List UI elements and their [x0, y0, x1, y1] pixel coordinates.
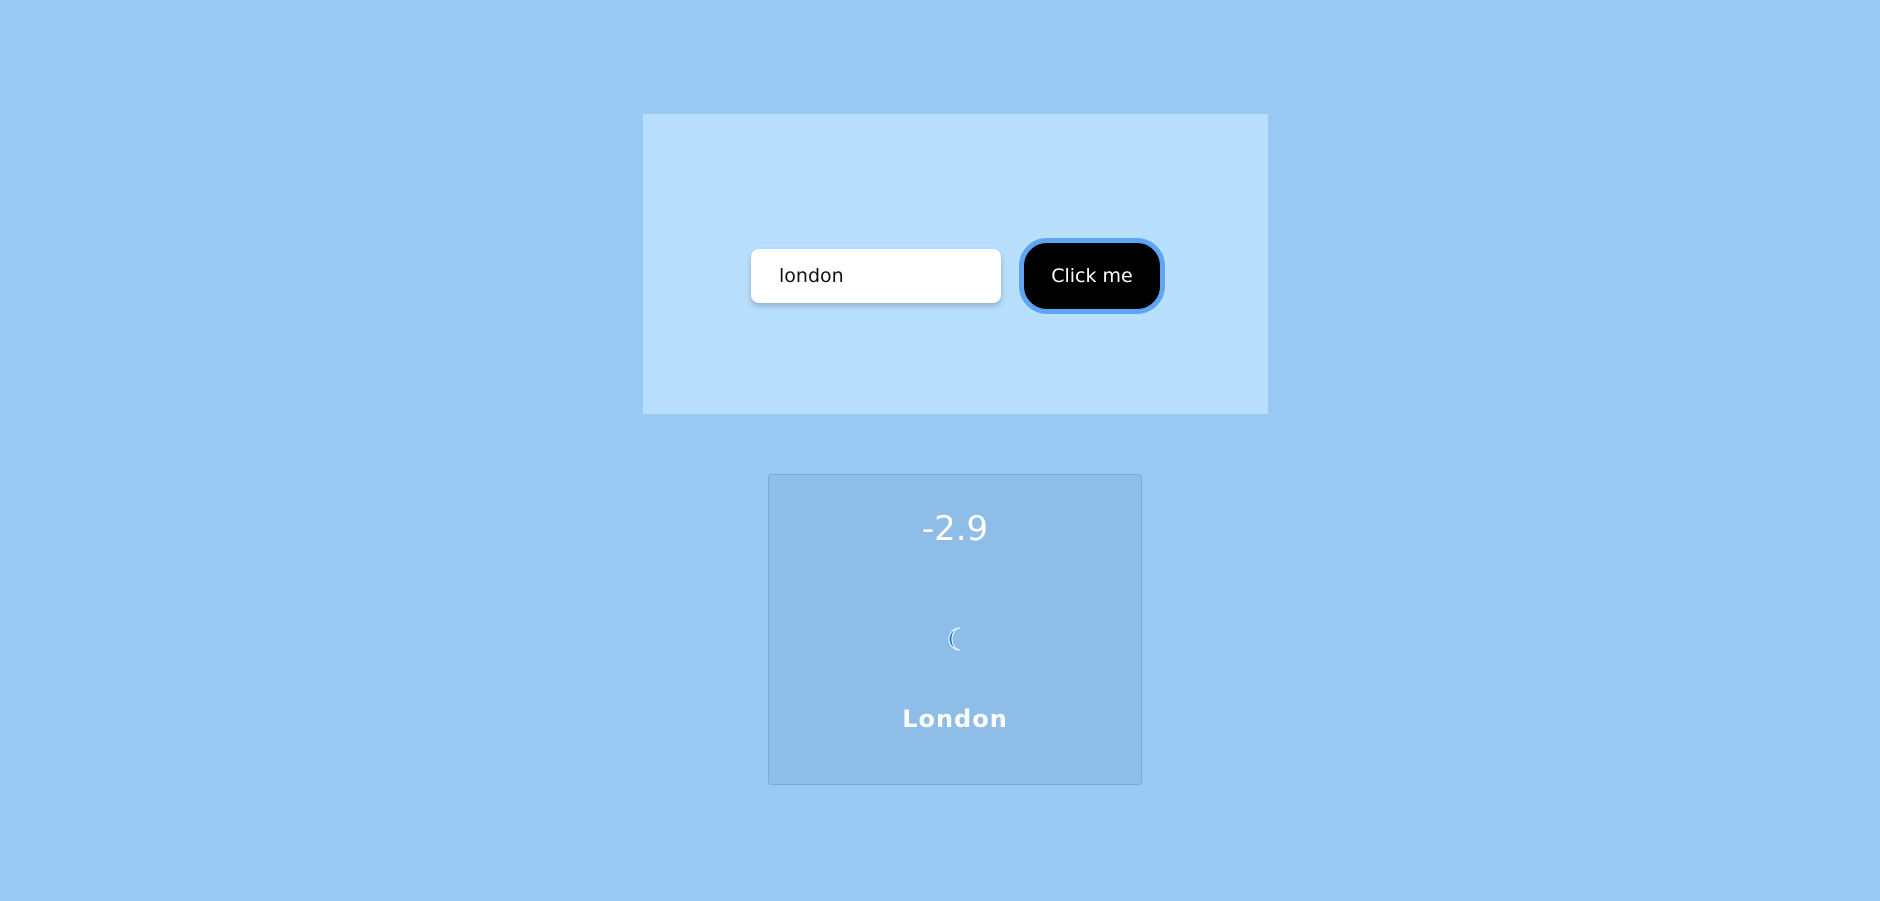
crescent-moon-icon — [948, 627, 961, 651]
city-search-input[interactable] — [751, 249, 1001, 303]
weather-card: -2.9 London — [768, 474, 1142, 785]
search-panel: Click me — [643, 114, 1268, 414]
temperature-value: -2.9 — [921, 509, 989, 549]
search-button[interactable]: Click me — [1019, 238, 1165, 314]
city-name: London — [902, 705, 1008, 733]
